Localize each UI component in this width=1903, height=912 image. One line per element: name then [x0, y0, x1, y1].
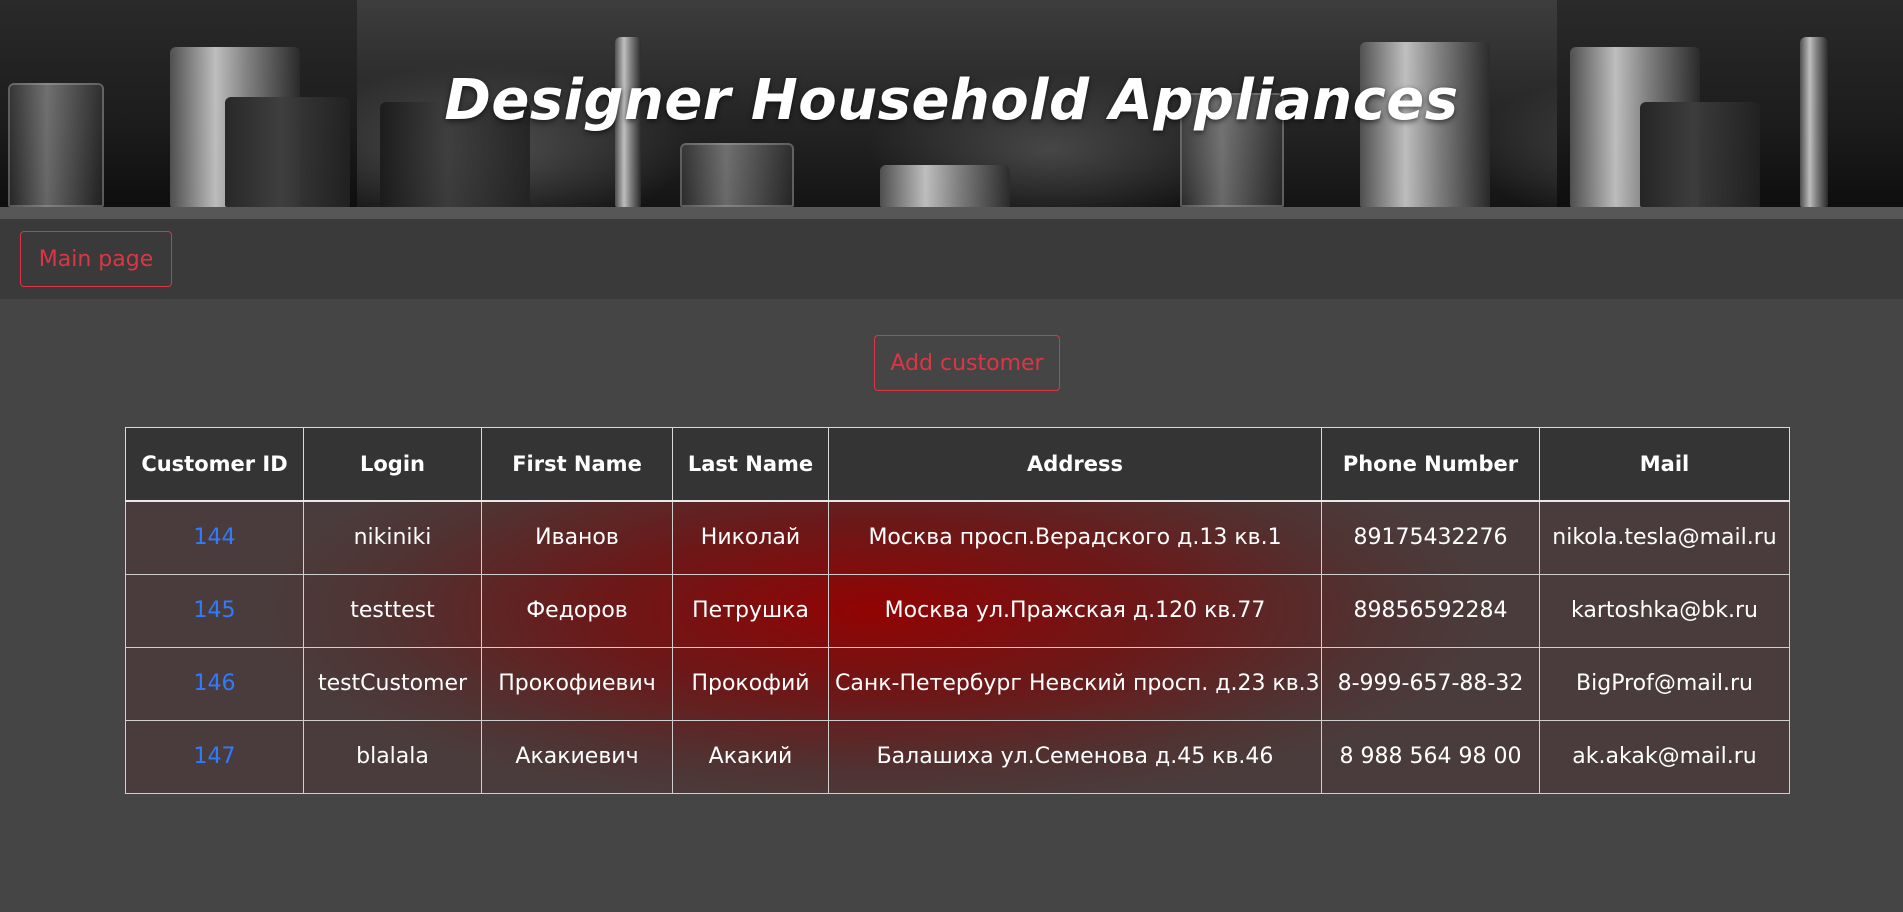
- cell-login: testtest: [303, 573, 482, 648]
- cell-phone-number: 8-999-657-88-32: [1321, 646, 1540, 721]
- column-header-last-name: Last Name: [672, 427, 829, 502]
- customer-id-link[interactable]: 144: [194, 525, 236, 550]
- cell-address: Москва ул.Пражская д.120 кв.77: [828, 573, 1322, 648]
- page-title: Designer Household Appliances: [444, 68, 1459, 133]
- cell-phone-number: 89175432276: [1321, 500, 1540, 575]
- column-header-login: Login: [303, 427, 482, 502]
- cell-mail: BigProf@mail.ru: [1539, 646, 1790, 721]
- cell-last-name: Николай: [672, 500, 829, 575]
- toaster-image: [880, 165, 1010, 207]
- customer-id-link[interactable]: 146: [194, 671, 236, 696]
- cell-last-name: Прокофий: [672, 646, 829, 721]
- navbar: Main page: [0, 219, 1903, 299]
- banner-divider: [0, 207, 1903, 219]
- table-row: 146 testCustomer Прокофиевич Прокофий Са…: [125, 646, 1790, 721]
- cell-last-name: Петрушка: [672, 573, 829, 648]
- cell-mail: nikola.tesla@mail.ru: [1539, 500, 1790, 575]
- column-header-first-name: First Name: [481, 427, 673, 502]
- cell-login: testCustomer: [303, 646, 482, 721]
- table-row: 145 testtest Федоров Петрушка Москва ул.…: [125, 573, 1790, 648]
- column-header-customer-id: Customer ID: [125, 427, 304, 502]
- add-customer-button[interactable]: Add customer: [874, 335, 1060, 391]
- cell-address: Санк-Петербург Невский просп. д.23 кв.3: [828, 646, 1322, 721]
- cell-login: blalala: [303, 719, 482, 794]
- main-page-button[interactable]: Main page: [20, 231, 172, 287]
- table-header: Customer ID Login First Name Last Name A…: [125, 427, 1790, 502]
- column-header-address: Address: [828, 427, 1322, 502]
- cell-first-name: Иванов: [481, 500, 673, 575]
- table-row: 147 blalala Акакиевич Акакий Балашиха ул…: [125, 719, 1790, 794]
- cell-customer-id: 147: [125, 719, 304, 794]
- header-banner: Designer Household Appliances: [0, 0, 1903, 207]
- coffee-pot-image: [680, 143, 794, 207]
- table-row: 144 nikiniki Иванов Николай Москва просп…: [125, 500, 1790, 575]
- column-header-phone-number: Phone Number: [1321, 427, 1540, 502]
- cell-last-name: Акакий: [672, 719, 829, 794]
- customers-table-container: Customer ID Login First Name Last Name A…: [125, 427, 1790, 794]
- customer-id-link[interactable]: 145: [194, 598, 236, 623]
- cell-first-name: Акакиевич: [481, 719, 673, 794]
- cell-phone-number: 8 988 564 98 00: [1321, 719, 1540, 794]
- column-header-mail: Mail: [1539, 427, 1790, 502]
- table-header-row: Customer ID Login First Name Last Name A…: [125, 427, 1790, 502]
- cell-first-name: Федоров: [481, 573, 673, 648]
- cell-address: Москва просп.Верадского д.13 кв.1: [828, 500, 1322, 575]
- table-body: 144 nikiniki Иванов Николай Москва просп…: [125, 500, 1790, 794]
- cell-phone-number: 89856592284: [1321, 573, 1540, 648]
- customer-id-link[interactable]: 147: [194, 744, 236, 769]
- cell-customer-id: 144: [125, 500, 304, 575]
- cell-customer-id: 145: [125, 573, 304, 648]
- cell-mail: ak.akak@mail.ru: [1539, 719, 1790, 794]
- cell-customer-id: 146: [125, 646, 304, 721]
- cell-login: nikiniki: [303, 500, 482, 575]
- customers-table: Customer ID Login First Name Last Name A…: [125, 427, 1790, 794]
- cell-mail: kartoshka@bk.ru: [1539, 573, 1790, 648]
- cell-first-name: Прокофиевич: [481, 646, 673, 721]
- cell-address: Балашиха ул.Семенова д.45 кв.46: [828, 719, 1322, 794]
